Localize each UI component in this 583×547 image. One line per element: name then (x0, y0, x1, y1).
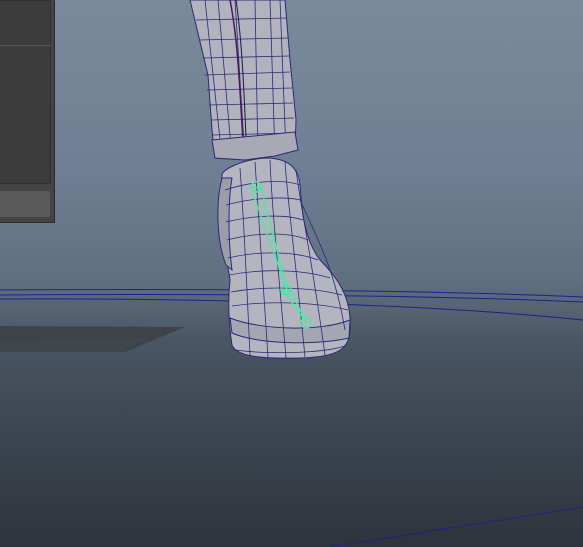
panel-divider (0, 45, 51, 46)
3d-viewport[interactable] (0, 0, 583, 547)
scene-canvas[interactable] (0, 0, 583, 547)
side-editor-panel[interactable] (0, 0, 55, 223)
panel-content-area[interactable] (0, 0, 51, 184)
boot-mesh[interactable] (217, 157, 351, 359)
panel-button[interactable] (0, 191, 50, 217)
leg-mesh[interactable] (189, 0, 299, 161)
